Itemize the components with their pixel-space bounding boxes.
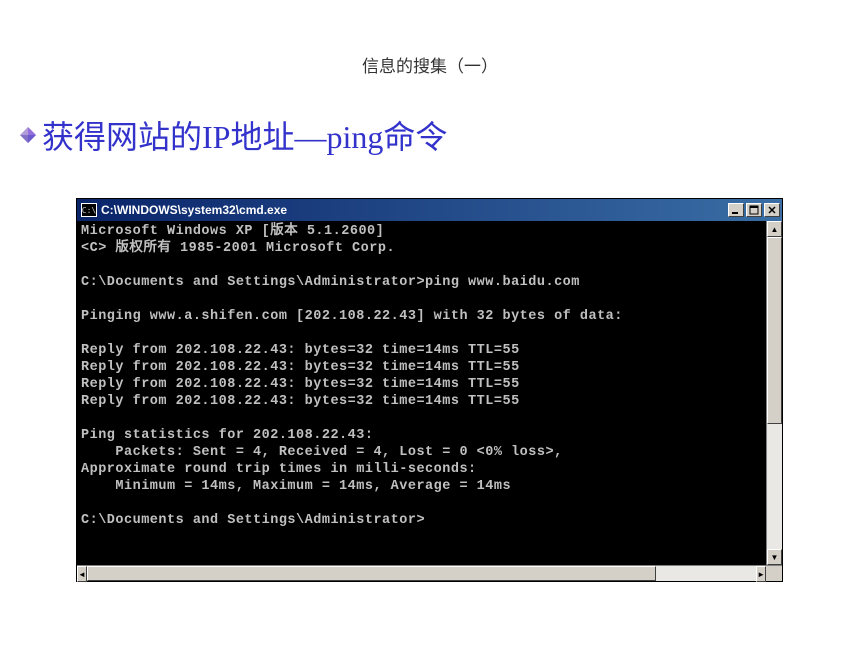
slide-subtitle: 信息的搜集（一） [0, 0, 860, 112]
scroll-thumb-horizontal[interactable] [87, 566, 656, 581]
scroll-corner [766, 566, 782, 581]
close-button[interactable] [764, 203, 780, 217]
vertical-scrollbar[interactable]: ▲ ▼ [766, 221, 782, 565]
window-title: C:\WINDOWS\system32\cmd.exe [101, 203, 728, 217]
window-controls [728, 203, 780, 217]
scroll-right-button[interactable]: ► [756, 566, 766, 582]
scroll-track-vertical[interactable] [767, 237, 782, 549]
heading-row: 获得网站的IP地址—ping命令 [0, 112, 860, 158]
console-output[interactable]: Microsoft Windows XP [版本 5.1.2600] <C> 版… [77, 221, 766, 565]
heading-text: 获得网站的IP地址—ping命令 [42, 112, 447, 158]
scroll-left-button[interactable]: ◄ [77, 566, 87, 582]
cmd-window: C:\ C:\WINDOWS\system32\cmd.exe Microsof… [76, 198, 783, 582]
scroll-track-horizontal[interactable] [87, 566, 756, 581]
scroll-thumb-vertical[interactable] [767, 237, 782, 424]
scroll-down-button[interactable]: ▼ [767, 549, 782, 565]
diamond-bullet-icon [20, 127, 36, 143]
maximize-button[interactable] [746, 203, 762, 217]
horizontal-scrollbar[interactable]: ◄ ► [77, 565, 782, 581]
scroll-up-button[interactable]: ▲ [767, 221, 782, 237]
titlebar[interactable]: C:\ C:\WINDOWS\system32\cmd.exe [77, 199, 782, 221]
cmd-icon: C:\ [81, 203, 97, 217]
minimize-button[interactable] [728, 203, 744, 217]
